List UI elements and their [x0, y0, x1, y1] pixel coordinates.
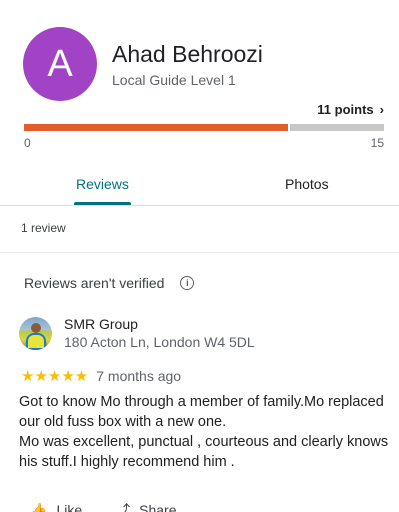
profile-name-block: Ahad Behroozi Local Guide Level 1 — [112, 40, 263, 88]
verification-text: Reviews aren't verified — [24, 275, 165, 291]
progress-divider — [288, 124, 290, 131]
reviewer-info: SMR Group 180 Acton Ln, London W4 5DL — [64, 316, 255, 350]
avatar[interactable]: A — [23, 27, 97, 101]
review-paragraph: Got to know Mo through a member of famil… — [19, 394, 384, 430]
reviewer-name[interactable]: SMR Group — [64, 316, 255, 332]
tab-photos[interactable]: Photos — [285, 176, 329, 192]
share-label: Share — [139, 502, 177, 512]
reviewer-address: 180 Acton Ln, London W4 5DL — [64, 334, 255, 350]
reviewer[interactable]: SMR Group 180 Acton Ln, London W4 5DL — [19, 316, 255, 350]
active-tab-indicator — [74, 202, 131, 205]
user-name: Ahad Behroozi — [112, 41, 263, 67]
share-button[interactable]: ⤴ Share — [116, 500, 176, 512]
share-icon: ⤴ — [116, 502, 131, 512]
verification-note: Reviews aren't verified i — [24, 275, 195, 291]
points-progress-fill — [24, 124, 288, 131]
tab-bar: Reviews Photos — [0, 170, 399, 206]
star-rating: ★★★★★ — [21, 368, 89, 385]
rating-row: ★★★★★ 7 months ago — [21, 367, 181, 385]
review-actions: 👍 Like ⤴ Share — [30, 500, 210, 512]
like-label: Like — [56, 502, 83, 512]
points-link[interactable]: 11 points › — [317, 102, 384, 117]
review-paragraph: Mo was excellent, punctual , courteous a… — [19, 434, 389, 470]
progress-max-label: 15 — [370, 136, 384, 150]
thumbs-up-icon: 👍 — [30, 501, 48, 512]
chevron-right-icon: › — [379, 102, 384, 117]
profile-header: A Ahad Behroozi Local Guide Level 1 — [23, 27, 263, 101]
review-time: 7 months ago — [96, 368, 182, 384]
avatar-head-shape — [31, 322, 41, 333]
info-icon[interactable]: i — [180, 276, 195, 290]
reviewer-avatar[interactable] — [19, 316, 52, 350]
progress-min-label: 0 — [24, 136, 31, 150]
points-label: 11 points — [317, 102, 374, 117]
review-text: Got to know Mo through a member of famil… — [19, 392, 389, 472]
avatar-vest-shape — [26, 332, 46, 350]
divider — [0, 252, 399, 253]
tab-reviews[interactable]: Reviews — [76, 176, 129, 192]
like-button[interactable]: 👍 Like — [30, 500, 82, 512]
points-progress-bar — [24, 124, 384, 131]
review-count: 1 review — [21, 221, 66, 235]
guide-level: Local Guide Level 1 — [112, 72, 236, 88]
